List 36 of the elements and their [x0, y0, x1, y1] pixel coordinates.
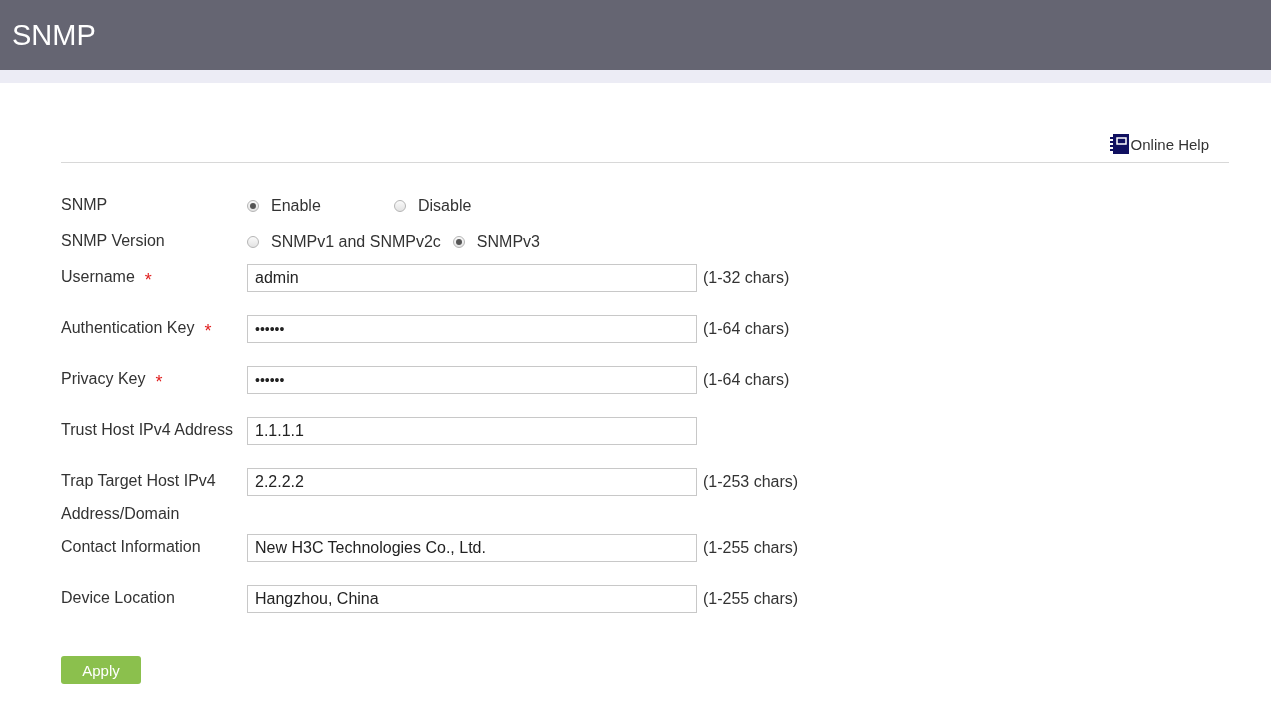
- page-title: SNMP: [12, 18, 96, 52]
- input-field[interactable]: New H3C Technologies Co., Ltd.: [247, 534, 697, 562]
- length-hint: (1-32 chars): [703, 269, 790, 287]
- length-hint: (1-64 chars): [703, 320, 790, 338]
- radio-button[interactable]: [452, 236, 465, 248]
- radio-label[interactable]: SNMPv3: [476, 233, 540, 251]
- input-field[interactable]: admin: [247, 264, 697, 292]
- input-field[interactable]: Hangzhou, China: [247, 585, 697, 613]
- required-mark: *: [204, 320, 212, 343]
- required-mark: *: [155, 371, 163, 394]
- field-label: SNMP: [61, 195, 108, 215]
- radio-label[interactable]: Enable: [271, 197, 321, 215]
- input-field[interactable]: 2.2.2.2: [247, 468, 697, 496]
- field-label: Device Location: [61, 588, 175, 608]
- field-label: SNMP Version: [61, 231, 165, 251]
- length-hint: (1-255 chars): [703, 539, 799, 557]
- radio-label[interactable]: Disable: [418, 197, 472, 215]
- password-field[interactable]: ••••••: [247, 366, 697, 394]
- required-mark: *: [144, 269, 152, 292]
- field-label: Authentication Key: [61, 318, 195, 338]
- radio-button[interactable]: [394, 200, 406, 212]
- field-label: Username: [61, 267, 135, 287]
- length-hint: (1-255 chars): [703, 590, 799, 608]
- length-hint: (1-64 chars): [703, 371, 790, 389]
- radio-button[interactable]: [247, 200, 259, 212]
- radio-button[interactable]: [247, 236, 259, 248]
- field-label: Contact Information: [61, 537, 201, 557]
- password-field[interactable]: ••••••: [247, 315, 697, 343]
- field-label: Trust Host IPv4 Address: [61, 420, 233, 440]
- radio-label[interactable]: SNMPv1 and SNMPv2c: [271, 233, 441, 251]
- field-label: Privacy Key: [61, 369, 146, 389]
- input-field[interactable]: 1.1.1.1: [247, 417, 697, 445]
- length-hint: (1-253 chars): [703, 473, 799, 491]
- notebook-icon: [1108, 133, 1131, 155]
- field-label: Trap Target Host IPv4 Address/Domain: [61, 471, 217, 524]
- online-help-link[interactable]: Online Help: [1130, 135, 1209, 153]
